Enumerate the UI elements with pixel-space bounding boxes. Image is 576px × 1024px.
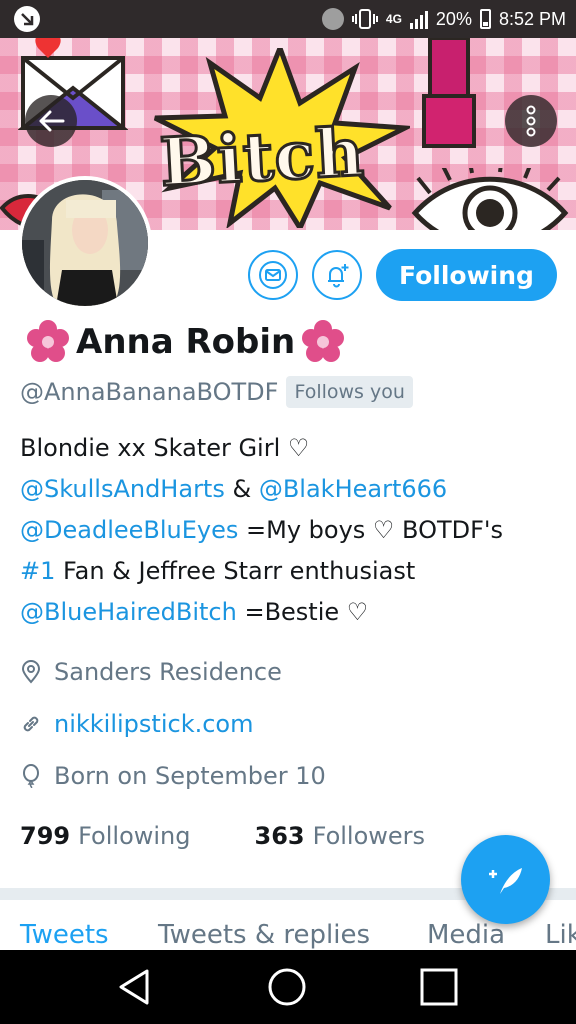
battery-icon (479, 9, 491, 29)
arrow-left-icon (39, 110, 65, 132)
location-text: Sanders Residence (54, 658, 282, 686)
location-pin-icon (21, 660, 41, 684)
tab-media[interactable]: Media (427, 920, 505, 950)
bio-text: & (224, 475, 259, 503)
flower-icon (27, 320, 69, 362)
vibrate-icon (351, 8, 378, 30)
mention-link[interactable]: @SkullsAndHarts (20, 475, 225, 503)
bio-text: =My boys ♡ BOTDF's (238, 516, 504, 544)
back-button[interactable] (25, 95, 77, 147)
bell-plus-icon (328, 264, 349, 288)
nav-recents-button[interactable] (416, 964, 462, 1010)
balloon-icon (23, 764, 39, 788)
eye-sticker (411, 168, 569, 230)
bio-line: #1 Fan & Jeffree Starr enthusiast (20, 551, 560, 592)
followers-count: 363 (254, 822, 305, 850)
website-row: nikkilipstick.com (20, 706, 253, 742)
network-type-label: 4G (385, 12, 402, 26)
status-bar: 4G 20% 8:52 PM (0, 0, 576, 38)
following-stat[interactable]: 799 Following (20, 822, 191, 850)
handle-row: @AnnaBananaBOTDF Follows you (20, 374, 413, 410)
avatar-photo (22, 180, 148, 306)
banner-text: Bitch (157, 111, 368, 203)
profile-bio: Blondie xx Skater Girl ♡ @SkullsAndHarts… (20, 428, 560, 633)
mention-link[interactable]: @DeadleeBluEyes (20, 516, 238, 544)
signal-icon (409, 9, 428, 29)
birthday-row: Born on September 10 (20, 758, 326, 794)
bio-line: @DeadleeBluEyes =My boys ♡ BOTDF's (20, 510, 560, 551)
tab-tweets-replies[interactable]: Tweets & replies (158, 920, 370, 950)
profile-name-row: Anna Robin (20, 318, 351, 366)
link-icon (23, 716, 39, 732)
flower-icon (302, 320, 345, 362)
followers-label: Followers (312, 822, 426, 850)
notifications-button[interactable] (312, 250, 362, 300)
vertical-dots-icon (526, 105, 536, 137)
bio-line: Blondie xx Skater Girl ♡ (20, 434, 310, 462)
tab-tweets[interactable]: Tweets (20, 920, 109, 950)
more-options-button[interactable] (505, 95, 557, 147)
system-nav-bar (0, 950, 576, 1024)
bio-line: @BlueHairedBitch =Bestie ♡ (20, 592, 560, 633)
mention-link[interactable]: @BlakHeart666 (259, 475, 447, 503)
following-label: Following (78, 822, 191, 850)
profile-name: Anna Robin (76, 322, 296, 362)
bio-text: =Bestie ♡ (236, 598, 369, 626)
lipstick-sticker (422, 38, 476, 148)
nav-back-button[interactable] (112, 964, 158, 1010)
mention-link[interactable]: @BlueHairedBitch (20, 598, 237, 626)
nav-home-button[interactable] (264, 964, 310, 1010)
hashtag-link[interactable]: #1 (20, 557, 55, 585)
follow-stats: 799 Following 363 Followers (20, 816, 425, 856)
clock: 8:52 PM (498, 8, 566, 29)
square-recents-icon (420, 968, 458, 1006)
following-count: 799 (20, 822, 71, 850)
website-link[interactable]: nikkilipstick.com (54, 710, 253, 738)
envelope-icon (259, 261, 287, 289)
battery-percent: 20% (435, 8, 472, 29)
message-button[interactable] (248, 250, 298, 300)
bio-text: Fan & Jeffree Starr enthusiast (55, 557, 416, 585)
avatar[interactable] (18, 176, 152, 310)
profile-handle: @AnnaBananaBOTDF (20, 378, 279, 406)
location-row: Sanders Residence (20, 654, 282, 690)
compose-tweet-button[interactable] (461, 835, 550, 924)
follows-you-badge: Follows you (286, 376, 413, 408)
bluetooth-icon (321, 8, 344, 30)
following-button[interactable]: Following (376, 249, 557, 301)
twitter-notification-icon (14, 6, 40, 32)
compose-feather-icon (488, 867, 522, 894)
birthday-text: Born on September 10 (54, 762, 326, 790)
bio-line: @SkullsAndHarts & @BlakHeart666 (20, 469, 560, 510)
triangle-back-icon (119, 969, 149, 1005)
followers-stat[interactable]: 363 Followers (255, 822, 426, 850)
circle-home-icon (268, 968, 306, 1006)
tab-likes[interactable]: Likes (545, 920, 576, 950)
